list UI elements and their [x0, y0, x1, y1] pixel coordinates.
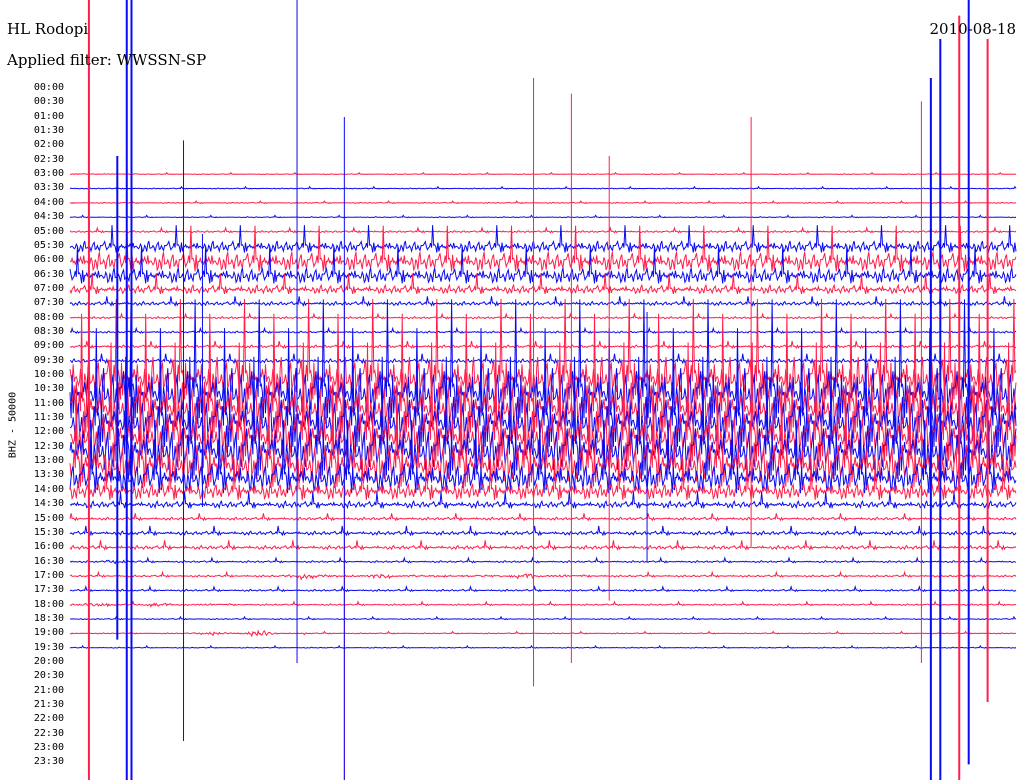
trace-row	[69, 585, 1017, 593]
station-title: HL Rodopi	[7, 20, 89, 38]
hour-label: 15:30	[33, 526, 64, 538]
hour-label: 13:00	[33, 455, 64, 467]
hour-label: 12:30	[33, 440, 64, 452]
trace-row	[69, 298, 1017, 400]
hour-label: 19:00	[33, 627, 64, 639]
trace-row	[70, 171, 1017, 176]
hour-label: 09:00	[33, 340, 64, 352]
hour-label: 02:00	[33, 139, 64, 151]
hour-label: 06:00	[33, 254, 64, 266]
helicorder-plot	[69, 0, 1017, 780]
trace-row	[69, 185, 1017, 190]
hour-label: 16:00	[33, 541, 64, 553]
trace-row	[69, 644, 1017, 649]
hour-label: 03:30	[33, 182, 64, 194]
hour-label: 19:30	[33, 641, 64, 653]
hour-label: 10:00	[33, 369, 64, 380]
hour-label: 23:00	[33, 742, 64, 754]
hour-label: 15:00	[33, 512, 64, 524]
hour-label: 07:30	[33, 297, 64, 309]
trace-row	[69, 326, 1017, 334]
hour-label: 02:30	[33, 153, 64, 165]
hour-label: 01:00	[33, 110, 64, 122]
trace-row	[69, 615, 1017, 621]
trace-row	[69, 200, 1017, 204]
trace-row	[69, 540, 1017, 551]
trace-row	[69, 600, 1017, 608]
hour-label: 21:00	[33, 684, 64, 696]
hour-label: 17:30	[33, 584, 64, 596]
hour-label: 22:30	[33, 727, 64, 739]
hour-label: 11:30	[33, 412, 64, 424]
hour-label: 16:30	[33, 555, 64, 567]
trace-row	[69, 226, 1017, 234]
hour-label: 22:00	[33, 713, 64, 725]
trace-row	[69, 225, 1017, 272]
trace-row	[69, 570, 1017, 581]
hour-label: 09:30	[33, 354, 64, 366]
hour-label: 18:00	[33, 598, 64, 610]
trace-row	[69, 353, 1017, 365]
trace-row	[69, 340, 1017, 350]
trace-row	[69, 214, 1017, 219]
hour-label: 14:30	[33, 498, 64, 510]
hour-label: 04:30	[33, 211, 64, 223]
hour-label: 00:30	[33, 96, 64, 108]
hour-label: 08:30	[33, 325, 64, 337]
hour-label: 13:30	[33, 469, 64, 481]
hour-label: 21:30	[33, 699, 64, 711]
hour-label: 07:00	[33, 282, 64, 294]
hour-label: 17:00	[33, 569, 64, 581]
hour-label: 18:30	[33, 612, 64, 624]
trace-row	[69, 513, 1017, 522]
hour-label: 14:00	[33, 483, 64, 495]
hour-label: 11:00	[33, 397, 64, 409]
hour-label: 08:00	[33, 311, 64, 323]
hour-label: 10:30	[33, 383, 64, 395]
hour-label: 20:30	[33, 670, 64, 682]
hour-label: 00:00	[33, 82, 64, 93]
hour-label: 12:00	[33, 426, 64, 438]
trace-row	[69, 312, 1017, 320]
hour-label: 03:00	[33, 168, 64, 180]
trace-row	[69, 629, 1017, 638]
trace-row	[69, 225, 1017, 254]
hour-label: 20:00	[33, 656, 64, 667]
hour-label: 05:30	[33, 239, 64, 251]
hour-label: 06:30	[33, 268, 64, 280]
hour-label: 01:30	[33, 125, 64, 137]
record-date: 2010-08-18	[929, 20, 1016, 38]
trace-row	[69, 296, 1017, 307]
trace-row	[69, 525, 1017, 537]
hour-label: 23:30	[33, 756, 64, 768]
hour-label: 04:00	[33, 196, 64, 208]
hour-label: 05:00	[33, 225, 64, 237]
filter-label: Applied filter: WWSSN-SP	[7, 51, 207, 69]
trace-row	[69, 556, 1017, 565]
